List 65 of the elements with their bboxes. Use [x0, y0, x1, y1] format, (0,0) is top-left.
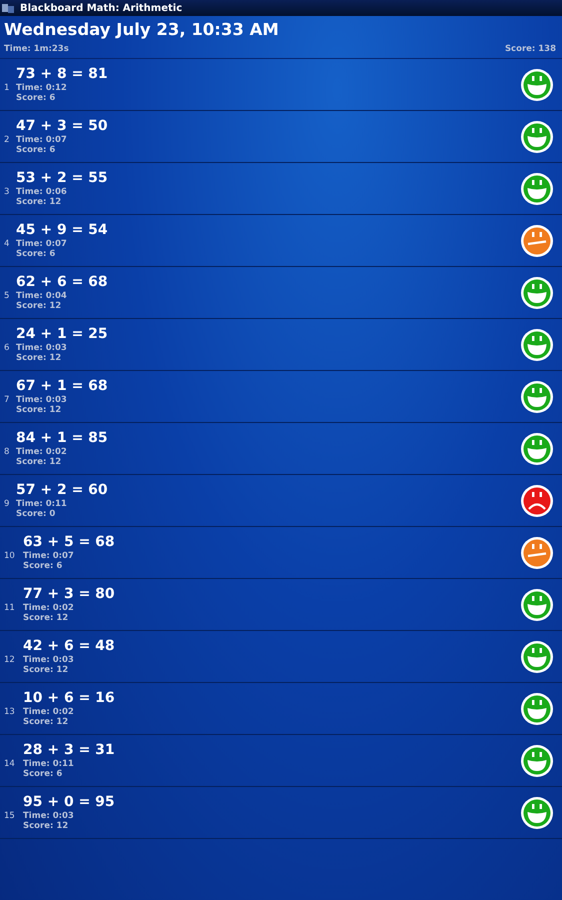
problem-score: Score: 12	[16, 301, 62, 311]
problem-number: 1	[4, 82, 10, 92]
total-score: Score: 138	[504, 44, 556, 54]
equation: 73 + 8 = 81	[16, 66, 109, 83]
equation: 95 + 0 = 95	[23, 794, 116, 811]
equation: 67 + 1 = 68	[16, 378, 109, 395]
problem-score: Score: 6	[16, 93, 56, 103]
problem-time: Time: 0:11	[23, 759, 75, 769]
problem-time: Time: 0:11	[16, 499, 68, 509]
problem-score: Score: 12	[23, 665, 70, 675]
problem-number: 4	[4, 238, 10, 248]
problem-number: 7	[4, 394, 10, 404]
session-date: Wednesday July 23, 10:33 AM	[4, 19, 280, 41]
problem-number: 13	[4, 706, 16, 716]
equation: 47 + 3 = 50	[16, 118, 109, 135]
problem-number: 3	[4, 186, 10, 196]
problem-time: Time: 0:03	[16, 395, 68, 405]
app-logo-icon	[1, 2, 15, 14]
problem-number: 12	[4, 654, 16, 664]
app-title: Blackboard Math: Arithmetic	[20, 2, 182, 14]
problem-time: Time: 0:07	[23, 551, 75, 561]
problem-score: Score: 12	[16, 405, 62, 415]
problem-number: 14	[4, 758, 16, 768]
equation: 63 + 5 = 68	[23, 534, 116, 551]
problem-number: 10	[4, 550, 16, 560]
problem-score: Score: 6	[23, 561, 64, 571]
equation: 42 + 6 = 48	[23, 638, 116, 655]
problem-number: 15	[4, 810, 16, 820]
problem-number: 9	[4, 498, 10, 508]
problem-score: Score: 12	[23, 613, 70, 623]
problem-number: 8	[4, 446, 10, 456]
problem-time: Time: 0:06	[16, 187, 68, 197]
problem-score: Score: 6	[16, 145, 56, 155]
equation: 53 + 2 = 55	[16, 170, 109, 187]
problem-time: Time: 0:12	[16, 83, 68, 93]
problem-number: 6	[4, 342, 10, 352]
problem-score: Score: 12	[16, 353, 62, 363]
problem-score: Score: 12	[16, 197, 62, 207]
problem-time: Time: 0:02	[23, 603, 75, 613]
equation: 10 + 6 = 16	[23, 690, 116, 707]
equation: 24 + 1 = 25	[16, 326, 109, 343]
problem-score: Score: 12	[16, 457, 62, 467]
problem-time: Time: 0:03	[23, 811, 75, 821]
problem-time: Time: 0:07	[16, 135, 68, 145]
equation: 84 + 1 = 85	[16, 430, 109, 447]
equation: 77 + 3 = 80	[23, 586, 116, 603]
problem-number: 11	[4, 602, 16, 612]
problem-number: 2	[4, 134, 10, 144]
problem-number: 5	[4, 290, 10, 300]
problem-score: Score: 6	[23, 769, 64, 779]
problem-time: Time: 0:07	[16, 239, 68, 249]
problem-time: Time: 0:04	[16, 291, 68, 301]
problem-score: Score: 6	[16, 249, 56, 259]
problem-time: Time: 0:02	[23, 707, 75, 717]
problem-time: Time: 0:02	[16, 447, 68, 457]
total-time: Time: 1m:23s	[4, 44, 69, 54]
problem-score: Score: 0	[16, 509, 56, 519]
problem-score: Score: 12	[23, 717, 70, 727]
equation: 28 + 3 = 31	[23, 742, 116, 759]
equation: 45 + 9 = 54	[16, 222, 109, 239]
problem-time: Time: 0:03	[16, 343, 68, 353]
equation: 62 + 6 = 68	[16, 274, 109, 291]
equation: 57 + 2 = 60	[16, 482, 109, 499]
problem-score: Score: 12	[23, 821, 70, 831]
problem-time: Time: 0:03	[23, 655, 75, 665]
